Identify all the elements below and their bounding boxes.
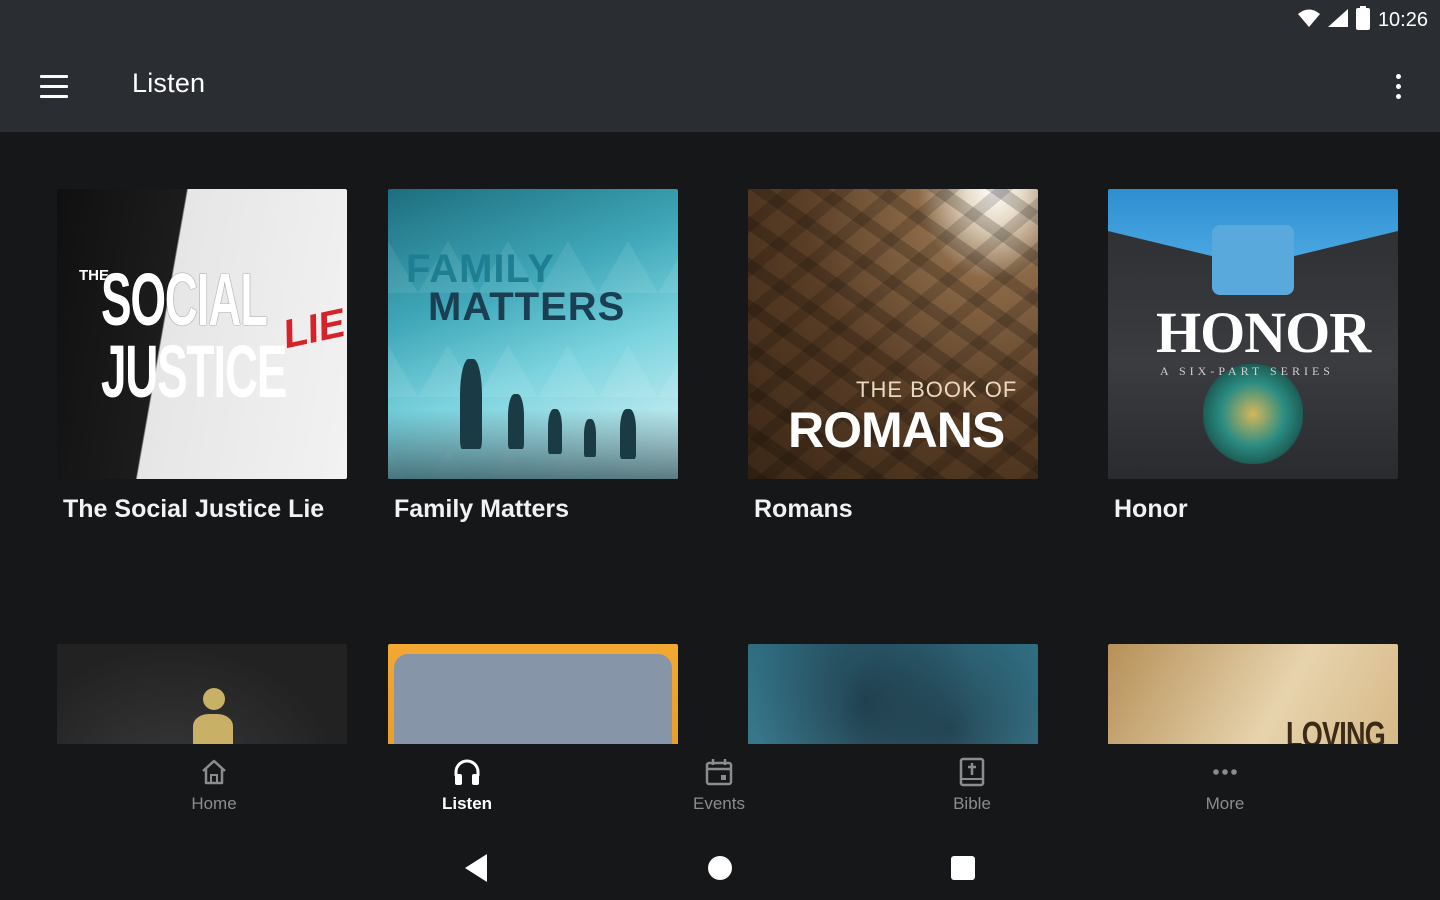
art-text: LOVING — [1286, 714, 1386, 744]
series-title: Family Matters — [394, 495, 570, 523]
app-bar: Listen — [0, 40, 1440, 132]
art-text: ROMANS — [788, 402, 1005, 458]
art-text: HONOR — [1156, 300, 1371, 365]
wifi-icon — [1297, 9, 1320, 32]
nav-label: More — [1205, 794, 1245, 813]
series-title: Honor — [1114, 495, 1188, 523]
overflow-menu-icon[interactable] — [1386, 66, 1410, 106]
nav-label: Bible — [953, 794, 991, 813]
home-icon — [202, 759, 226, 785]
nav-label: Listen — [441, 794, 493, 813]
series-card-romans[interactable]: THE BOOK OF ROMANS Romans — [748, 189, 1038, 524]
series-card-family-matters[interactable]: FAMILY MATTERS Family Matters — [388, 189, 678, 524]
more-horizontal-icon — [1213, 769, 1237, 775]
headphones-icon — [454, 759, 480, 785]
home-circle-icon[interactable] — [704, 852, 736, 884]
bottom-navigation: Home Listen Events Bible More — [0, 744, 1440, 834]
series-card-honor[interactable]: HONOR A SIX-PART SERIES Honor — [1108, 189, 1398, 524]
nav-item-events[interactable]: Events — [659, 756, 779, 826]
nav-item-more[interactable]: More — [1165, 756, 1285, 826]
art-text: LIE — [279, 301, 347, 357]
status-time: 10:26 — [1377, 8, 1428, 31]
nav-item-home[interactable]: Home — [154, 756, 274, 826]
calendar-icon — [705, 759, 733, 786]
series-art-social-justice-lie: THE SOCIAL JUSTICE LIE — [57, 189, 347, 479]
series-art-5 — [57, 644, 347, 744]
nav-item-bible[interactable]: Bible — [912, 756, 1032, 826]
status-bar: 10:26 — [0, 0, 1440, 40]
series-art-romans: THE BOOK OF ROMANS — [748, 189, 1038, 479]
menu-icon[interactable] — [34, 66, 74, 106]
series-art-6 — [388, 644, 678, 744]
series-title: The Social Justice Lie — [63, 495, 325, 523]
series-art-8: LOVING — [1108, 644, 1398, 744]
art-text: THE BOOK OF — [856, 377, 1018, 402]
page-title: Listen — [132, 68, 206, 98]
back-icon[interactable] — [460, 852, 492, 884]
series-card-7[interactable] — [748, 644, 1038, 744]
series-title: Romans — [754, 495, 853, 523]
system-navigation-bar — [0, 834, 1440, 900]
series-grid: THE SOCIAL JUSTICE LIE The Social Justic… — [0, 132, 1440, 744]
nav-item-listen[interactable]: Listen — [407, 756, 527, 826]
art-text: MATTERS — [428, 285, 626, 329]
status-icons: 10:26 — [1297, 5, 1428, 35]
battery-icon — [1355, 5, 1370, 35]
series-card-social-justice-lie[interactable]: THE SOCIAL JUSTICE LIE The Social Justic… — [57, 189, 347, 524]
series-art-honor: HONOR A SIX-PART SERIES — [1108, 189, 1398, 479]
recents-icon[interactable] — [947, 852, 979, 884]
series-art-7 — [748, 644, 1038, 744]
art-text: JUSTICE — [101, 330, 287, 413]
series-card-5[interactable] — [57, 644, 347, 744]
art-text: A SIX-PART SERIES — [1160, 364, 1334, 378]
series-card-6[interactable] — [388, 644, 678, 744]
bible-icon — [959, 757, 985, 787]
series-card-8[interactable]: LOVING — [1108, 644, 1398, 744]
series-art-family-matters: FAMILY MATTERS — [388, 189, 678, 479]
cell-signal-icon — [1327, 8, 1348, 32]
nav-label: Home — [191, 794, 237, 813]
nav-label: Events — [693, 794, 745, 813]
